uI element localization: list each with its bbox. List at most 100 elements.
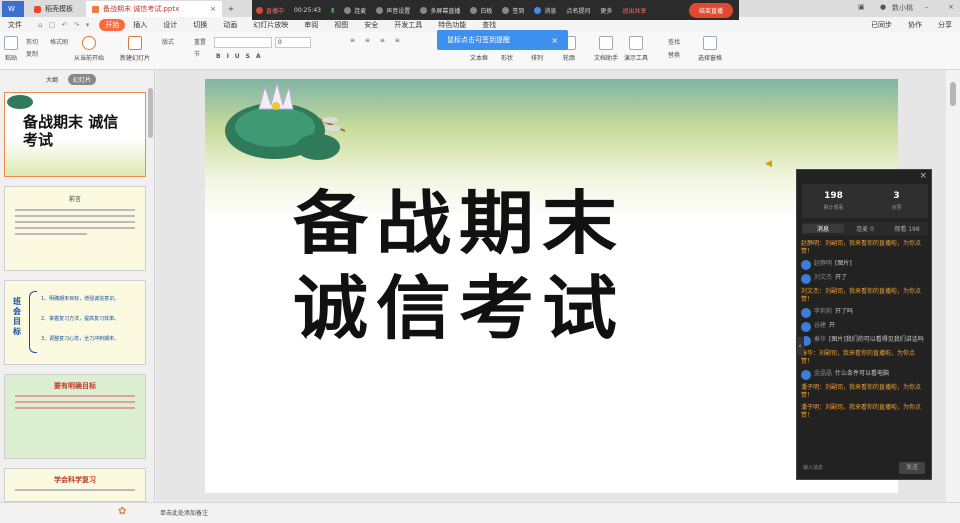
replace-button[interactable]: 替换 (668, 50, 680, 59)
find-button[interactable]: 查找 (668, 37, 680, 46)
assistant-label: 文档助手 (594, 55, 619, 62)
tab-slideshow[interactable]: 幻灯片放映 (245, 20, 296, 30)
doc-assistant-button[interactable]: 文档助手 (594, 36, 618, 62)
chat-sender-name: 秦华 (814, 336, 827, 343)
live-item-mic[interactable]: 连麦 (344, 6, 366, 15)
tab-features[interactable]: 特色功能 (430, 20, 474, 30)
tooltip-close-icon[interactable]: × (551, 36, 558, 45)
chat-text: 开了吗 (835, 308, 854, 315)
tab-insert[interactable]: 插入 (125, 20, 155, 30)
current-slide[interactable]: 备战期末 诚信考试 ◀ (205, 79, 898, 493)
live-status-label: 直播中 (266, 7, 285, 15)
tab-start[interactable]: 开始 (99, 18, 126, 31)
live-item-checkin[interactable]: 签到 (502, 6, 524, 15)
live-timer: 00:25:43 (294, 6, 321, 14)
present-tools-button[interactable]: 演示工具 (624, 36, 648, 62)
stat-likes: 3 点赞 (865, 184, 928, 218)
live-item-sound[interactable]: 声音设置 (376, 6, 410, 15)
viewers-label: 累计观看 (823, 205, 844, 211)
format-painter-button[interactable]: 格式刷 (50, 37, 68, 46)
mic-link-label: 连麦 (354, 7, 367, 15)
quit-share-button[interactable]: 退出共享 (622, 6, 646, 15)
live-item-rollcall[interactable]: 点名提问 (566, 6, 590, 15)
live-item-multiscreen[interactable]: 多屏幕直播 (420, 6, 460, 15)
canvas-scrollbar[interactable] (946, 70, 960, 502)
tab-transition[interactable]: 切换 (185, 20, 215, 30)
slide-thumb-1[interactable]: 备战期末 诚信考试 (4, 92, 146, 177)
tab-find[interactable]: 查找 (474, 20, 504, 30)
play-from-current-button[interactable]: 从当前开始 (74, 36, 104, 62)
slide-thumb-2[interactable]: 前言 (4, 186, 146, 271)
add-notes-prompt[interactable]: 单击此处添加备注 (160, 508, 208, 517)
tab-review[interactable]: 审阅 (296, 20, 326, 30)
chat-message-text: 潘子明：刘副司，我来看你的直播啦，为你点赞！ (801, 404, 926, 420)
slide-thumb-4[interactable]: 要有明确目标 (4, 374, 146, 459)
tab-security[interactable]: 安全 (356, 20, 386, 30)
live-chat-panel: × 198 累计观看 3 点赞 消息 连麦 0 观看 198 赵静明：刘副司，我… (796, 169, 932, 480)
tab-mic[interactable]: 连麦 0 (844, 224, 886, 233)
thumb3-brace (29, 291, 37, 353)
tab-messages[interactable]: 消息 (802, 224, 844, 233)
chat-send-button[interactable]: 发送 (899, 462, 925, 474)
chat-message-text: 金晶晶 什么条件可以看电脑 (814, 370, 889, 380)
paragraph-buttons[interactable]: ≡ ≡ ≡ ≡ (350, 37, 404, 44)
tab-outline[interactable]: 大纲 (46, 75, 58, 84)
stat-viewers: 198 累计观看 (802, 184, 865, 218)
live-item-message[interactable]: 消息 (534, 6, 556, 15)
avatar[interactable]: ● (880, 3, 886, 11)
slide-thumb-3[interactable]: 班会目标 1、明确期末目标，增强诚信意识。 2、掌握复习方法，提高复习效率。 3… (4, 280, 146, 365)
status-bar: ✿ 单击此处添加备注 (0, 502, 960, 523)
checkin-tooltip: 鼠标点击可签到提醒 × (437, 30, 568, 50)
speaker-icon[interactable]: ◀ (765, 159, 772, 169)
font-style-buttons[interactable]: BIUSA (216, 53, 267, 60)
chat-input[interactable]: 输入消息 (801, 462, 891, 474)
font-size-select[interactable]: 0 (275, 37, 311, 48)
window-restore-icon[interactable]: ▣ (858, 3, 865, 11)
tab-viewers[interactable]: 观看 198 (886, 224, 928, 233)
collab-button[interactable]: 协作 (900, 20, 930, 30)
slide-title[interactable]: 备战期末 诚信考试 (293, 181, 625, 350)
layout-button[interactable]: 版式 (162, 37, 174, 46)
user-name[interactable]: 数小桃 (892, 3, 913, 13)
chat-message: 潘子明：刘副司，我来看你的直播啦，为你点赞！ (801, 384, 926, 400)
sync-status[interactable]: 已同步 (863, 20, 900, 30)
section-button[interactable]: 节 (194, 49, 200, 58)
live-item-whiteboard[interactable]: 白板 (470, 6, 492, 15)
scrollbar-thumb[interactable] (950, 82, 956, 106)
tab-developer[interactable]: 开发工具 (386, 20, 430, 30)
chat-message-list[interactable]: 赵静明：刘副司，我来看你的直播啦，为你点赞！ 赵静明 [图片] 刘文杰 开了 刘文杰：刘副… (801, 240, 926, 454)
mic-link-icon (344, 6, 352, 14)
share-button[interactable]: 分享 (930, 20, 960, 30)
tab-design[interactable]: 设计 (155, 20, 185, 30)
arrange-label: 排列 (530, 55, 543, 62)
new-tab-button[interactable]: + (222, 1, 240, 17)
tools-label: 演示工具 (624, 55, 649, 62)
font-family-select[interactable] (214, 37, 272, 48)
copy-button[interactable]: 复制 (26, 49, 38, 58)
close-window-icon[interactable]: × (948, 3, 954, 11)
end-live-button[interactable]: 结束直播 (688, 2, 733, 18)
tab-home[interactable]: 稻壳模板 (28, 1, 79, 17)
close-tab-icon[interactable]: × (210, 5, 216, 13)
tab-slides[interactable]: 幻灯片 (68, 73, 97, 85)
tab-document[interactable]: 备战期末 诚信考试.pptx × (86, 1, 222, 17)
minimize-icon[interactable]: – (925, 3, 929, 11)
live-item-more[interactable]: 更多 (600, 6, 612, 15)
new-slide-button[interactable]: 新建幻灯片 (120, 36, 150, 62)
wps-logo-icon[interactable]: W (2, 1, 24, 17)
chat-collapse-icon[interactable]: ‹ (796, 337, 804, 355)
menu-file[interactable]: 文件 (0, 20, 30, 30)
panel-scrollbar[interactable] (148, 88, 153, 138)
sound-icon (376, 6, 384, 14)
paste-button[interactable]: 粘贴 (4, 36, 18, 62)
slide-thumb-5[interactable]: 学会科学复习 (4, 468, 146, 502)
chat-message: 刘文杰：刘副司，我来看你的直播啦，为你点赞！ (801, 288, 926, 304)
selection-pane-button[interactable]: 选择窗格 (698, 36, 722, 62)
chat-message: 谷建开 (801, 322, 926, 332)
tab-animation[interactable]: 动画 (215, 20, 245, 30)
tab-view[interactable]: 视图 (326, 20, 356, 30)
cut-button[interactable]: 剪切 (26, 37, 38, 46)
avatar (801, 308, 811, 318)
chat-close-icon[interactable]: × (919, 171, 927, 181)
reset-button[interactable]: 重置 (194, 37, 206, 46)
